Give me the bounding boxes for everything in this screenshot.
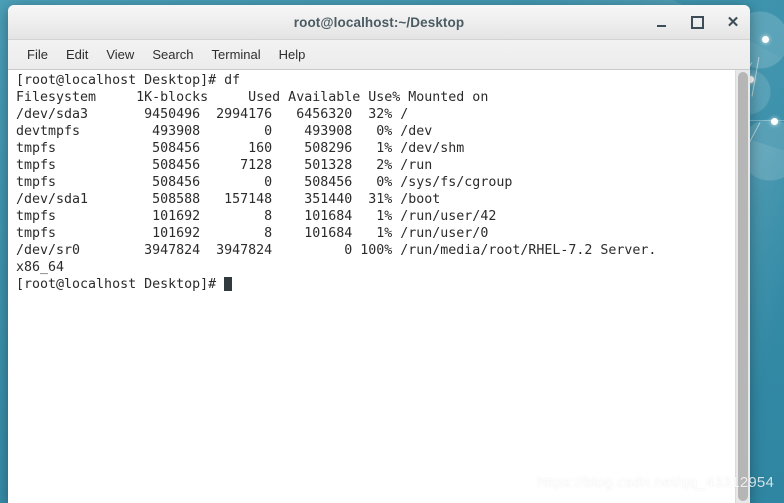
- terminal-line: devtmpfs 493908 0 493908 0% /dev: [16, 124, 433, 139]
- maximize-button[interactable]: [688, 13, 706, 31]
- terminal-line: x86_64: [16, 260, 65, 275]
- menu-item-help[interactable]: Help: [270, 44, 315, 65]
- terminal-line: tmpfs 508456 160 508296 1% /dev/shm: [16, 141, 465, 156]
- terminal-line: [root@localhost Desktop]#: [16, 276, 735, 293]
- terminal-output[interactable]: [root@localhost Desktop]# df Filesystem 1…: [8, 70, 735, 503]
- terminal-scrollbar-thumb[interactable]: [738, 72, 748, 501]
- menu-item-view[interactable]: View: [97, 44, 143, 65]
- terminal-line: tmpfs 508456 0 508456 0% /sys/fs/cgroup: [16, 175, 513, 190]
- watermark-text: https://blog.csdn.net/qq_43312954: [537, 474, 774, 491]
- close-button[interactable]: ✕: [724, 13, 742, 31]
- window-controls: ✕: [652, 5, 742, 39]
- menu-item-search[interactable]: Search: [143, 44, 202, 65]
- menu-bar: File Edit View Search Terminal Help: [8, 40, 750, 70]
- terminal-line: /dev/sda3 9450496 2994176 6456320 32% /: [16, 107, 409, 122]
- terminal-line: Filesystem 1K-blocks Used Available Use%…: [16, 90, 489, 105]
- terminal-line: /dev/sda1 508588 157148 351440 31% /boot: [16, 192, 441, 207]
- terminal-line: [root@localhost Desktop]# df: [16, 73, 241, 88]
- wallpaper-net-dot-1: [762, 36, 769, 43]
- menu-item-edit[interactable]: Edit: [57, 44, 97, 65]
- terminal-line: /dev/sr0 3947824 3947824 0 100% /run/med…: [16, 243, 657, 258]
- window-title: root@localhost:~/Desktop: [293, 14, 465, 30]
- minimize-button[interactable]: [652, 13, 670, 31]
- menu-item-file[interactable]: File: [18, 44, 57, 65]
- terminal-line: tmpfs 508456 7128 501328 2% /run: [16, 158, 433, 173]
- terminal-cursor: [224, 277, 233, 291]
- terminal-line: tmpfs 101692 8 101684 1% /run/user/0: [16, 226, 489, 241]
- terminal-window[interactable]: root@localhost:~/Desktop ✕ File Edit Vie…: [8, 5, 750, 503]
- window-titlebar[interactable]: root@localhost:~/Desktop ✕: [8, 5, 750, 40]
- wallpaper-net-dot-3: [771, 118, 778, 125]
- menu-item-terminal[interactable]: Terminal: [203, 44, 270, 65]
- terminal-line: tmpfs 101692 8 101684 1% /run/user/42: [16, 209, 497, 224]
- terminal-scrollbar[interactable]: [735, 70, 750, 503]
- terminal-body[interactable]: [root@localhost Desktop]# df Filesystem 1…: [8, 70, 750, 503]
